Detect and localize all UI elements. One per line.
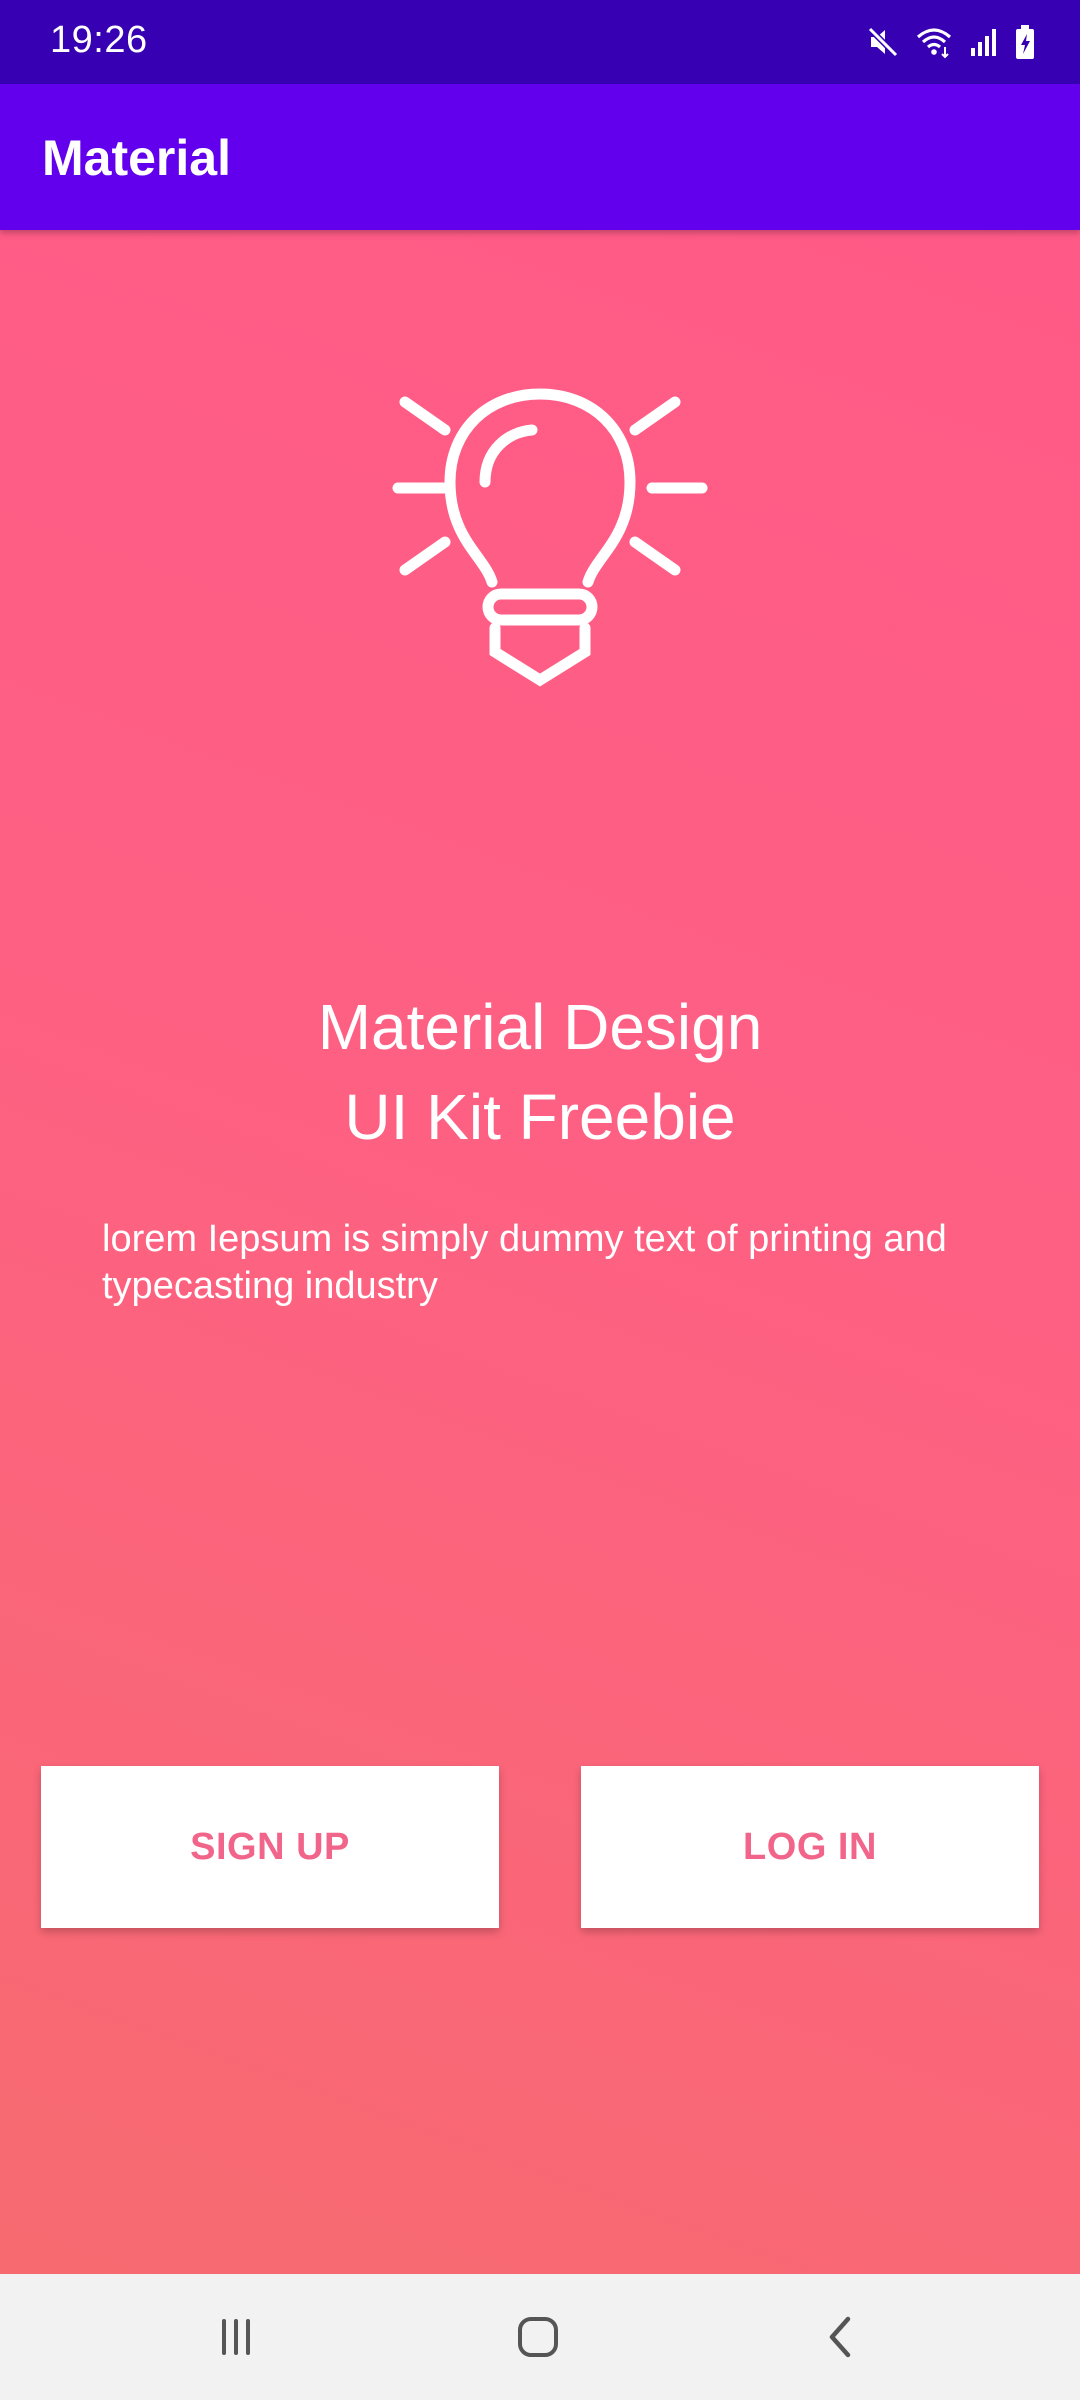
- app-title: Material: [42, 130, 231, 186]
- battery-charging-icon: [1014, 24, 1036, 60]
- recents-icon[interactable]: [196, 2304, 276, 2370]
- signal-icon: [968, 26, 1000, 58]
- description-text: lorem Iepsum is simply dummy text of pri…: [102, 1218, 947, 1307]
- mute-icon: [866, 25, 900, 59]
- welcome-screen: Material Design UI Kit Freebie lorem Iep…: [0, 230, 1080, 2274]
- home-icon[interactable]: [498, 2304, 578, 2370]
- headline-line-2: UI Kit Freebie: [344, 1081, 736, 1153]
- sign-up-button[interactable]: SIGN UP: [41, 1766, 499, 1928]
- log-in-button[interactable]: LOG IN: [581, 1766, 1039, 1928]
- status-icons: [866, 20, 1036, 64]
- headline: Material Design UI Kit Freebie: [0, 982, 1080, 1162]
- app-bar: Material: [0, 84, 1080, 230]
- lightbulb-icon: [360, 370, 720, 730]
- status-bar: 19:26: [0, 0, 1080, 84]
- navigation-bar: [0, 2274, 1080, 2400]
- status-time: 19:26: [50, 19, 148, 61]
- headline-line-1: Material Design: [317, 991, 763, 1063]
- back-icon[interactable]: [800, 2304, 880, 2370]
- wifi-icon: [914, 25, 954, 59]
